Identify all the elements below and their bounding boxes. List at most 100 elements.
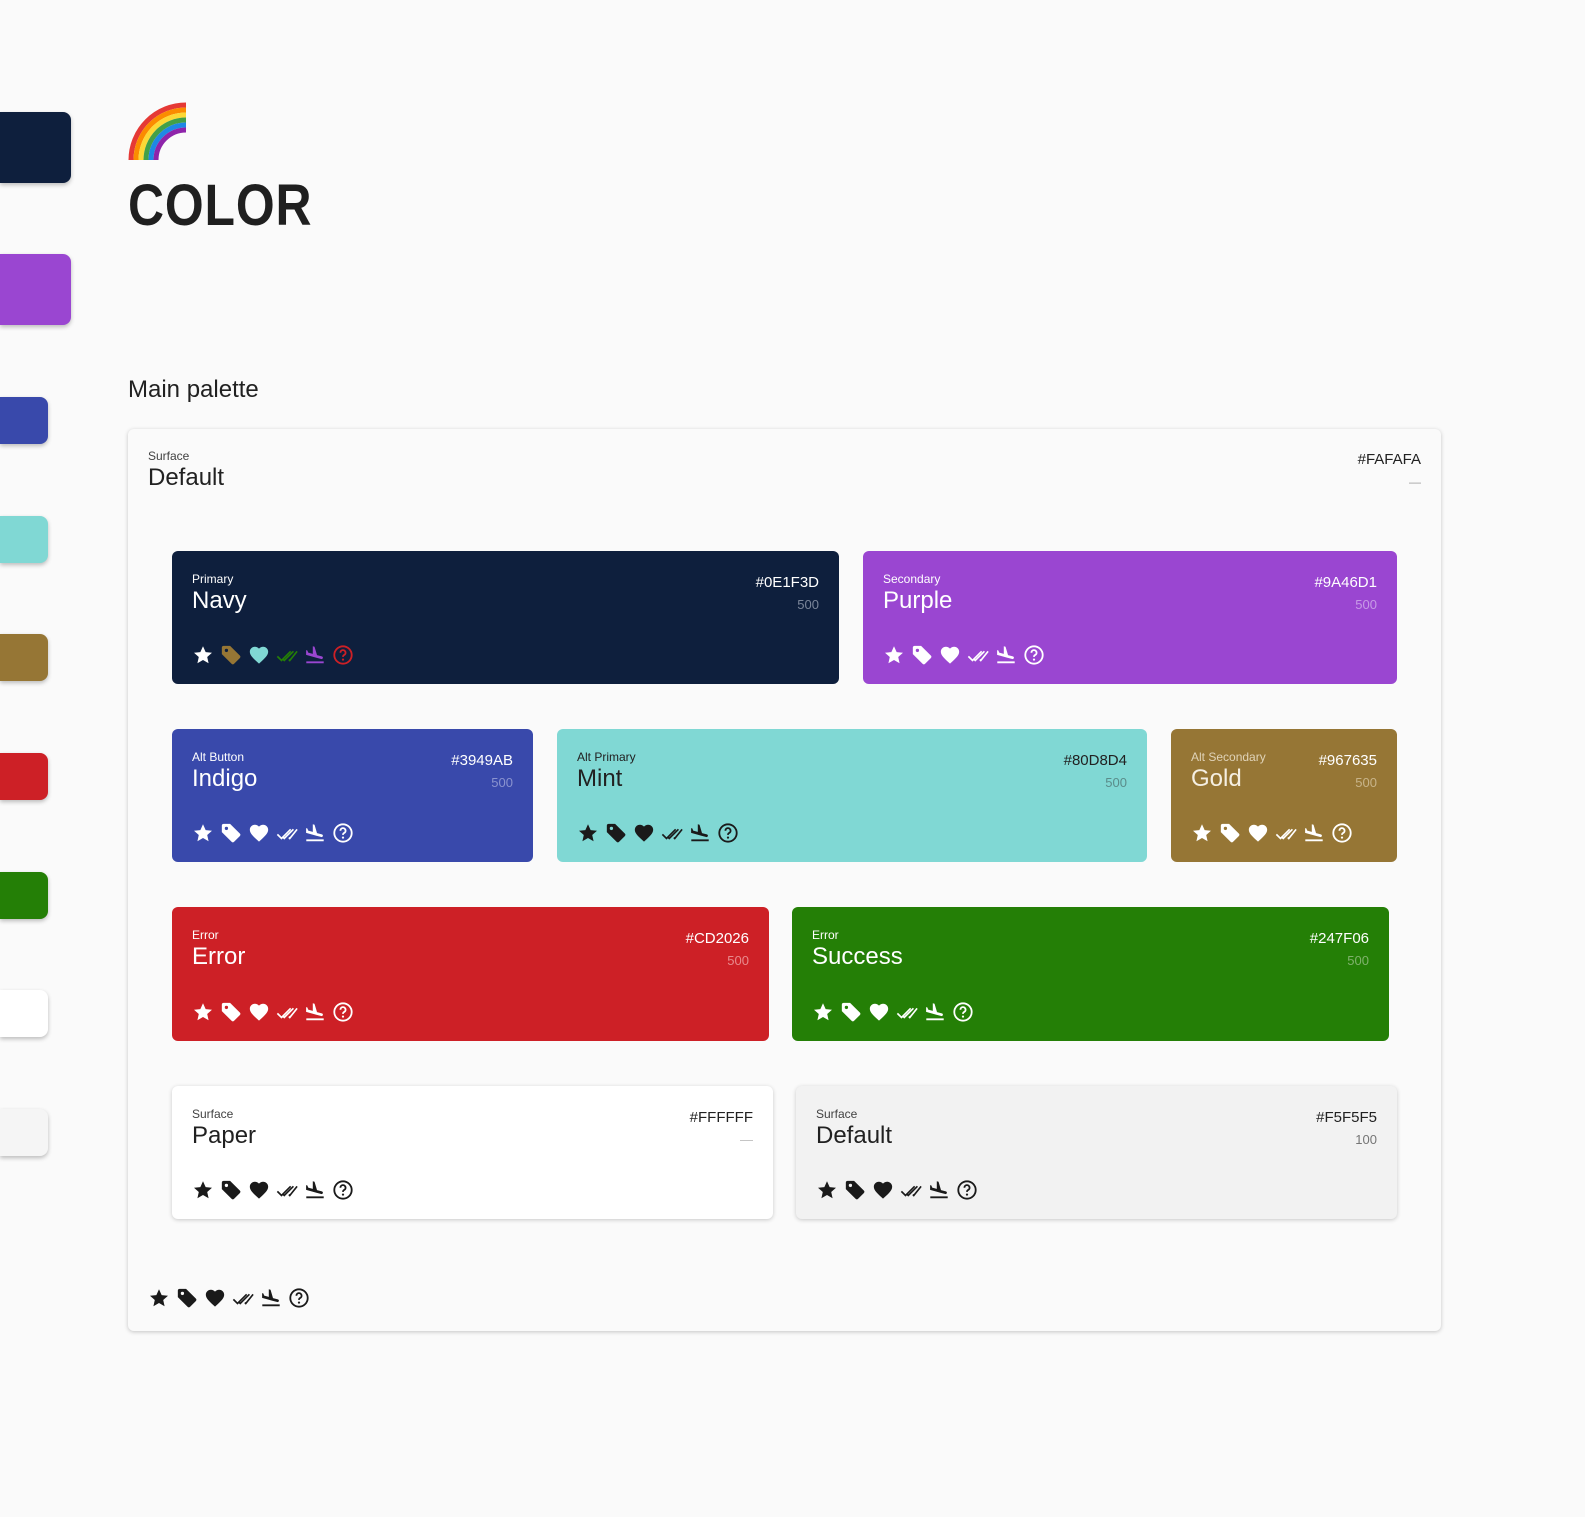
card-name: Success — [812, 943, 903, 970]
card-name: Default — [816, 1122, 893, 1149]
swatch-error[interactable] — [0, 753, 48, 800]
heart-icon — [248, 644, 270, 666]
card-name: Paper — [192, 1122, 257, 1149]
card-shade: 500 — [797, 597, 819, 612]
surface-icon-row — [148, 1287, 310, 1309]
help-circle-icon — [956, 1179, 978, 1201]
color-card-mint[interactable]: Alt Primary Mint #80D8D4 500 — [557, 729, 1147, 862]
star-icon — [148, 1287, 170, 1309]
card-shade: — — [740, 1132, 753, 1147]
help-circle-icon — [288, 1287, 310, 1309]
flight-land-icon — [1303, 822, 1325, 844]
help-circle-icon — [332, 1179, 354, 1201]
double-check-icon — [276, 1179, 298, 1201]
card-name: Error — [192, 943, 246, 970]
card-shade: 100 — [1355, 1132, 1377, 1147]
swatch-success[interactable] — [0, 872, 48, 919]
color-card-paper[interactable]: Surface Paper #FFFFFF — — [172, 1086, 773, 1219]
tag-icon — [605, 822, 627, 844]
help-circle-icon — [1023, 644, 1045, 666]
heart-icon — [872, 1179, 894, 1201]
double-check-icon — [276, 644, 298, 666]
color-card-purple[interactable]: Secondary Purple #9A46D1 500 — [863, 551, 1397, 684]
card-role: Alt Button — [192, 750, 245, 764]
double-check-icon — [661, 822, 683, 844]
icon-row — [577, 822, 739, 844]
card-hex: #967635 — [1318, 752, 1377, 769]
star-icon — [192, 1001, 214, 1023]
swatch-paper[interactable] — [0, 990, 48, 1037]
card-hex: #9A46D1 — [1314, 574, 1377, 591]
help-circle-icon — [1331, 822, 1353, 844]
double-check-icon — [1275, 822, 1297, 844]
card-shade: 500 — [1355, 775, 1377, 790]
card-shade: — — [1409, 475, 1421, 489]
star-icon — [883, 644, 905, 666]
double-check-icon — [276, 822, 298, 844]
swatch-default[interactable] — [0, 1109, 48, 1156]
icon-row — [883, 644, 1045, 666]
tag-icon — [1219, 822, 1241, 844]
card-hex: #FAFAFA — [1357, 451, 1421, 468]
card-role: Surface — [148, 449, 190, 463]
color-card-navy[interactable]: Primary Navy #0E1F3D 500 — [172, 551, 839, 684]
icon-row — [192, 644, 354, 666]
swatch-purple[interactable] — [0, 254, 71, 325]
tag-icon — [220, 644, 242, 666]
card-role: Surface — [192, 1107, 234, 1121]
icon-row — [816, 1179, 978, 1201]
color-card-success[interactable]: Error Success #247F06 500 — [792, 907, 1389, 1041]
card-role: Surface — [816, 1107, 858, 1121]
color-card-indigo[interactable]: Alt Button Indigo #3949AB 500 — [172, 729, 533, 862]
card-role: Primary — [192, 572, 234, 586]
card-shade: 500 — [727, 953, 749, 968]
double-check-icon — [276, 1001, 298, 1023]
double-check-icon — [232, 1287, 254, 1309]
tag-icon — [220, 1001, 242, 1023]
heart-icon — [633, 822, 655, 844]
swatch-mint[interactable] — [0, 516, 48, 563]
flight-land-icon — [995, 644, 1017, 666]
heart-icon — [248, 822, 270, 844]
tag-icon — [176, 1287, 198, 1309]
icon-row — [812, 1001, 974, 1023]
heart-icon — [248, 1179, 270, 1201]
card-hex: #80D8D4 — [1063, 752, 1127, 769]
icon-row — [192, 822, 354, 844]
star-icon — [577, 822, 599, 844]
card-role: Error — [192, 928, 219, 942]
flight-land-icon — [928, 1179, 950, 1201]
card-name: Purple — [883, 587, 953, 614]
icon-row — [192, 1179, 354, 1201]
icon-row — [1191, 822, 1353, 844]
card-name: Navy — [192, 587, 247, 614]
card-shade: 500 — [491, 775, 513, 790]
card-shade: 500 — [1347, 953, 1369, 968]
tag-icon — [844, 1179, 866, 1201]
tag-icon — [220, 822, 242, 844]
color-card-gold[interactable]: Alt Secondary Gold #967635 500 — [1171, 729, 1397, 862]
surface-default-card: Surface Default #FAFAFA — Primary Navy #… — [128, 429, 1441, 1331]
card-hex: #CD2026 — [685, 930, 749, 947]
card-hex: #F5F5F5 — [1316, 1109, 1377, 1126]
double-check-icon — [900, 1179, 922, 1201]
color-card-error[interactable]: Error Error #CD2026 500 — [172, 907, 769, 1041]
flight-land-icon — [924, 1001, 946, 1023]
swatch-gold[interactable] — [0, 634, 48, 681]
card-shade: 500 — [1355, 597, 1377, 612]
flight-land-icon — [304, 1001, 326, 1023]
help-circle-icon — [332, 1001, 354, 1023]
color-card-default[interactable]: Surface Default #F5F5F5 100 — [796, 1086, 1397, 1219]
page-title: COLOR — [128, 173, 313, 238]
swatch-indigo[interactable] — [0, 397, 48, 444]
icon-row — [192, 1001, 354, 1023]
section-title: Main palette — [128, 376, 259, 403]
swatch-navy[interactable] — [0, 112, 71, 183]
star-icon — [812, 1001, 834, 1023]
heart-icon — [204, 1287, 226, 1309]
star-icon — [192, 1179, 214, 1201]
double-check-icon — [967, 644, 989, 666]
card-role: Error — [812, 928, 839, 942]
star-icon — [192, 822, 214, 844]
help-circle-icon — [332, 822, 354, 844]
